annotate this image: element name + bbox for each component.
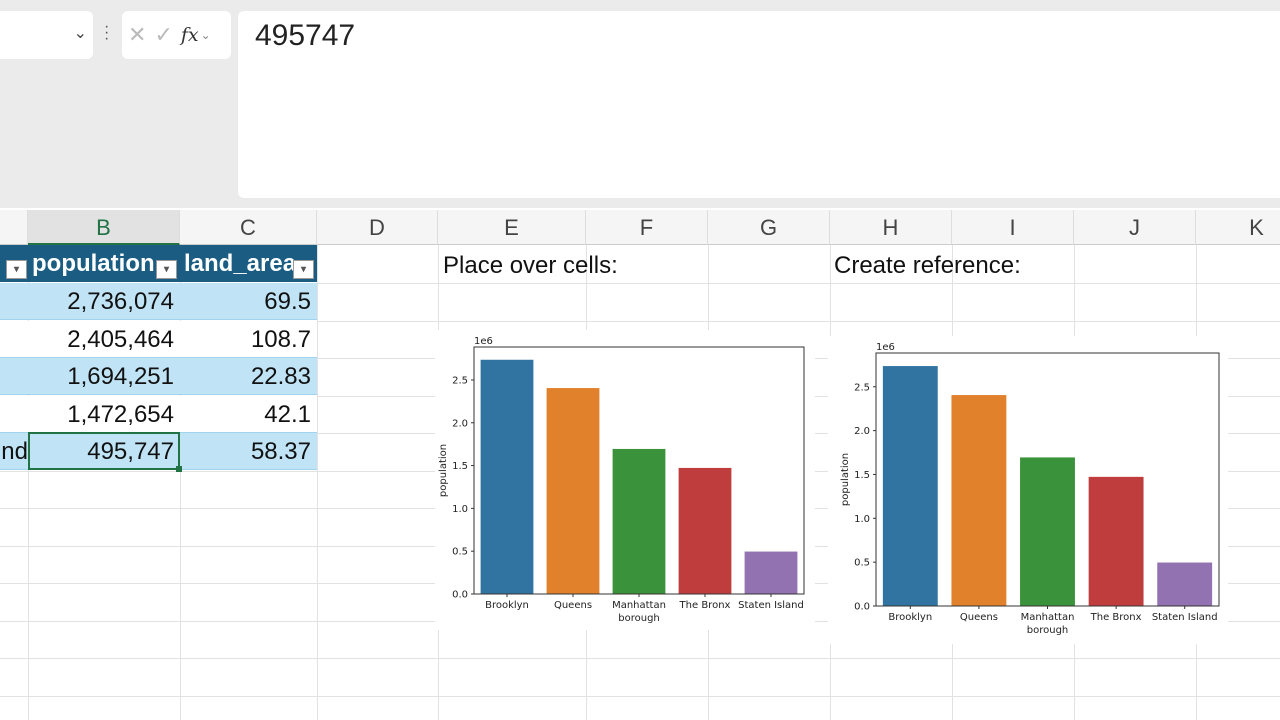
column-header-g[interactable]: G — [708, 210, 830, 245]
table-cell-a[interactable] — [0, 320, 28, 358]
filter-dropdown-icon[interactable]: ▾ — [156, 260, 177, 279]
formula-input[interactable]: 495747 — [238, 11, 1280, 198]
chart-create-reference[interactable]: Brooklyn Queens Manhattan The Bronx Staten I… — [828, 336, 1228, 644]
label-create-reference: Create reference: — [834, 252, 1021, 279]
active-cell[interactable] — [28, 432, 180, 470]
x-axis-label: borough — [618, 613, 660, 624]
table-cell-b[interactable]: 1,694,251 — [28, 358, 180, 395]
bar-queens — [951, 395, 1007, 606]
bar-manhattan — [1020, 457, 1075, 606]
table-cell-a[interactable] — [0, 283, 28, 320]
column-header-f[interactable]: F — [586, 210, 708, 245]
column-header-e[interactable]: E — [438, 210, 586, 245]
formula-bar-area: ⌄ · · · ✕ ✓ fx ⌄ 495747 — [0, 0, 1280, 208]
y-tick-label: 1.5 — [452, 461, 468, 472]
x-tick-label: Queens — [960, 612, 998, 623]
name-box[interactable]: ⌄ — [0, 11, 93, 59]
column-header-k[interactable]: K — [1196, 210, 1280, 245]
bar-the-bronx — [1088, 476, 1144, 606]
x-tick-label: Brooklyn — [888, 612, 932, 623]
x-tick-label: Staten Island — [738, 600, 804, 611]
column-header-i[interactable]: I — [952, 210, 1074, 245]
y-tick-label: 2.5 — [452, 375, 468, 386]
column-header-d[interactable]: D — [317, 210, 438, 245]
gridline — [317, 245, 318, 720]
column-header-b[interactable]: B — [28, 210, 180, 245]
table-cell-a[interactable] — [0, 395, 28, 433]
filter-dropdown-icon[interactable]: ▾ — [293, 260, 314, 279]
table-cell-a[interactable]: nd — [0, 433, 28, 470]
column-header-a[interactable] — [0, 210, 28, 245]
x-tick-label: Queens — [554, 600, 592, 611]
x-tick-label: The Bronx — [1090, 612, 1142, 623]
x-tick-label: Staten Island — [1152, 612, 1218, 623]
x-tick-label: Brooklyn — [485, 600, 529, 611]
chevron-down-icon[interactable]: ⌄ — [74, 23, 87, 43]
x-tick-label: Manhattan — [612, 600, 666, 611]
table-cell-c[interactable]: 108.7 — [180, 320, 317, 358]
y-tick-label: 1.5 — [854, 470, 870, 481]
table-header-land-area: land_area ▾ — [180, 245, 317, 282]
y-tick-label: 2.0 — [452, 418, 468, 429]
more-options-icon[interactable]: · · · — [104, 19, 110, 47]
table-cell-b[interactable]: 2,405,464 — [28, 320, 180, 358]
bar-staten-island — [1157, 562, 1213, 606]
y-tick-label: 1.0 — [452, 504, 468, 515]
bar-staten-island — [744, 551, 798, 594]
offset-label: 1e6 — [474, 336, 493, 347]
table-cell-a[interactable] — [0, 358, 28, 395]
table-cell-c[interactable]: 22.83 — [180, 358, 317, 395]
column-header-c[interactable]: C — [180, 210, 317, 245]
bar-brooklyn — [882, 366, 938, 606]
bar-manhattan — [612, 448, 666, 594]
formula-controls: ✕ ✓ fx ⌄ — [122, 11, 231, 59]
y-tick-label: 0.5 — [452, 547, 468, 558]
insert-function-icon[interactable]: fx — [181, 24, 199, 46]
y-tick-label: 2.0 — [854, 426, 870, 437]
table-cell-b[interactable]: 2,736,074 — [28, 283, 180, 320]
x-axis-label: borough — [1027, 625, 1069, 636]
table-header-population: population ▾ — [28, 245, 180, 282]
table-cell-c[interactable]: 58.37 — [180, 433, 317, 470]
chevron-down-icon[interactable]: ⌄ — [201, 28, 211, 42]
y-tick-label: 0.0 — [854, 602, 870, 613]
filter-dropdown-icon[interactable]: ▾ — [6, 260, 27, 279]
bar-the-bronx — [678, 467, 732, 594]
bar-brooklyn — [480, 359, 534, 594]
table-header-a: ▾ — [0, 245, 28, 282]
bar-queens — [546, 388, 600, 594]
fill-handle[interactable] — [176, 466, 182, 472]
offset-label: 1e6 — [876, 342, 895, 353]
column-header-j[interactable]: J — [1074, 210, 1196, 245]
column-header-h[interactable]: H — [830, 210, 952, 245]
check-icon[interactable]: ✓ — [154, 22, 172, 48]
gridline — [0, 695, 1280, 697]
table-cell-c[interactable]: 69.5 — [180, 283, 317, 320]
label-place-over-cells: Place over cells: — [443, 252, 618, 279]
table-cell-b[interactable]: 1,472,654 — [28, 395, 180, 433]
table-cell-c[interactable]: 42.1 — [180, 395, 317, 433]
cancel-icon[interactable]: ✕ — [128, 22, 146, 48]
y-tick-label: 2.5 — [854, 382, 870, 393]
gridline — [0, 658, 1280, 659]
y-axis-label: population — [438, 444, 449, 497]
x-tick-label: The Bronx — [679, 600, 731, 611]
y-tick-label: 0.0 — [452, 590, 468, 601]
chart-place-over-cells[interactable]: Brooklyn Queens Manhattan The Bronx Staten I… — [435, 330, 815, 630]
y-tick-label: 1.0 — [854, 514, 870, 525]
y-tick-label: 0.5 — [854, 558, 870, 569]
y-axis-label: population — [840, 453, 851, 506]
x-tick-label: Manhattan — [1021, 612, 1075, 623]
